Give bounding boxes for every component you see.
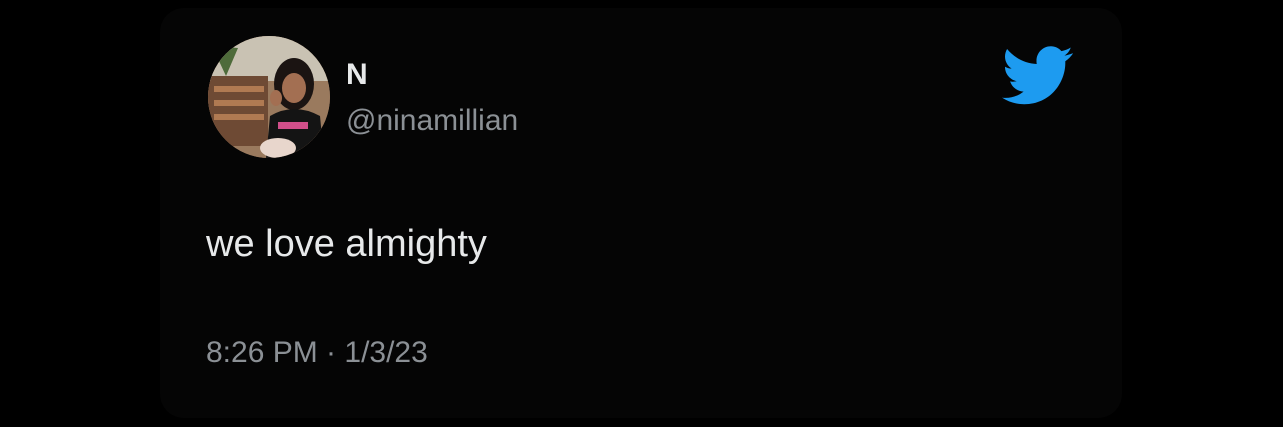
tweet-card: N @ninamillian we love almighty 8:26 PM … bbox=[160, 8, 1122, 418]
user-handle[interactable]: @ninamillian bbox=[346, 104, 518, 138]
avatar[interactable] bbox=[208, 36, 330, 158]
avatar-photo-icon bbox=[208, 36, 330, 158]
display-name[interactable]: N bbox=[346, 58, 368, 92]
tweet-timestamp[interactable]: 8:26 PM · 1/3/23 bbox=[206, 336, 428, 370]
twitter-bird-svg bbox=[1002, 46, 1073, 105]
twitter-bird-icon[interactable] bbox=[1002, 46, 1074, 106]
tweet-text: we love almighty bbox=[206, 223, 487, 265]
